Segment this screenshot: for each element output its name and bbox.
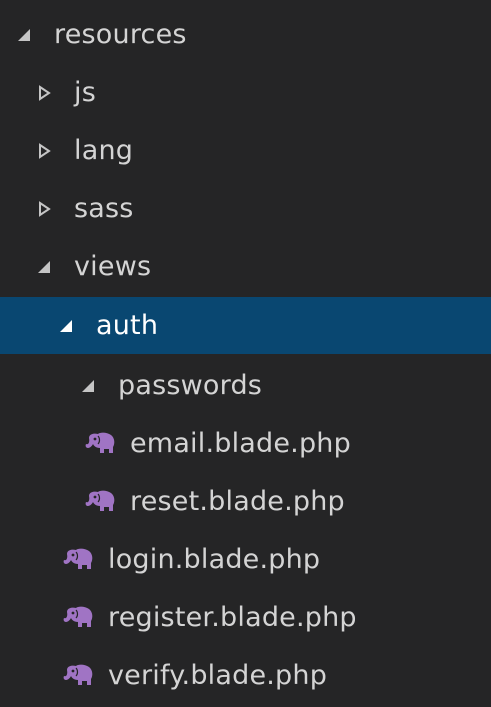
tree-file-email-blade[interactable]: email.blade.php — [0, 415, 491, 473]
tree-folder-passwords[interactable]: passwords — [0, 357, 491, 415]
tree-item-label: reset.blade.php — [130, 486, 345, 517]
tree-file-reset-blade[interactable]: reset.blade.php — [0, 473, 491, 531]
chevron-expanded-icon[interactable] — [78, 376, 98, 396]
tree-folder-resources[interactable]: resources — [0, 6, 491, 64]
tree-file-login-blade[interactable]: login.blade.php — [0, 531, 491, 589]
tree-folder-auth[interactable]: auth — [0, 297, 491, 354]
tree-folder-views[interactable]: views — [0, 238, 491, 296]
chevron-collapsed-icon[interactable] — [34, 141, 54, 161]
tree-item-label: passwords — [118, 370, 263, 401]
tree-item-label: auth — [96, 309, 159, 341]
tree-item-label: register.blade.php — [108, 602, 357, 633]
tree-item-label: lang — [74, 135, 134, 166]
tree-folder-js[interactable]: js — [0, 64, 491, 122]
tree-folder-lang[interactable]: lang — [0, 122, 491, 180]
php-elephant-icon — [62, 663, 96, 689]
php-elephant-icon — [84, 489, 118, 515]
tree-item-label: verify.blade.php — [108, 660, 328, 691]
tree-item-label: js — [74, 77, 96, 108]
chevron-collapsed-icon[interactable] — [34, 83, 54, 103]
file-explorer-tree: resources js lang sass views auth passwo… — [0, 0, 491, 707]
chevron-collapsed-icon[interactable] — [34, 199, 54, 219]
chevron-expanded-icon[interactable] — [34, 257, 54, 277]
chevron-expanded-icon[interactable] — [14, 25, 34, 45]
php-elephant-icon — [62, 605, 96, 631]
chevron-expanded-icon[interactable] — [56, 316, 76, 336]
tree-item-label: sass — [74, 193, 134, 224]
tree-folder-sass[interactable]: sass — [0, 180, 491, 238]
tree-item-label: email.blade.php — [130, 428, 351, 459]
php-elephant-icon — [62, 547, 96, 573]
tree-file-verify-blade[interactable]: verify.blade.php — [0, 647, 491, 705]
tree-file-register-blade[interactable]: register.blade.php — [0, 589, 491, 647]
php-elephant-icon — [84, 431, 118, 457]
tree-item-label: login.blade.php — [108, 544, 321, 575]
tree-item-label: views — [74, 251, 152, 282]
tree-item-label: resources — [54, 19, 187, 50]
